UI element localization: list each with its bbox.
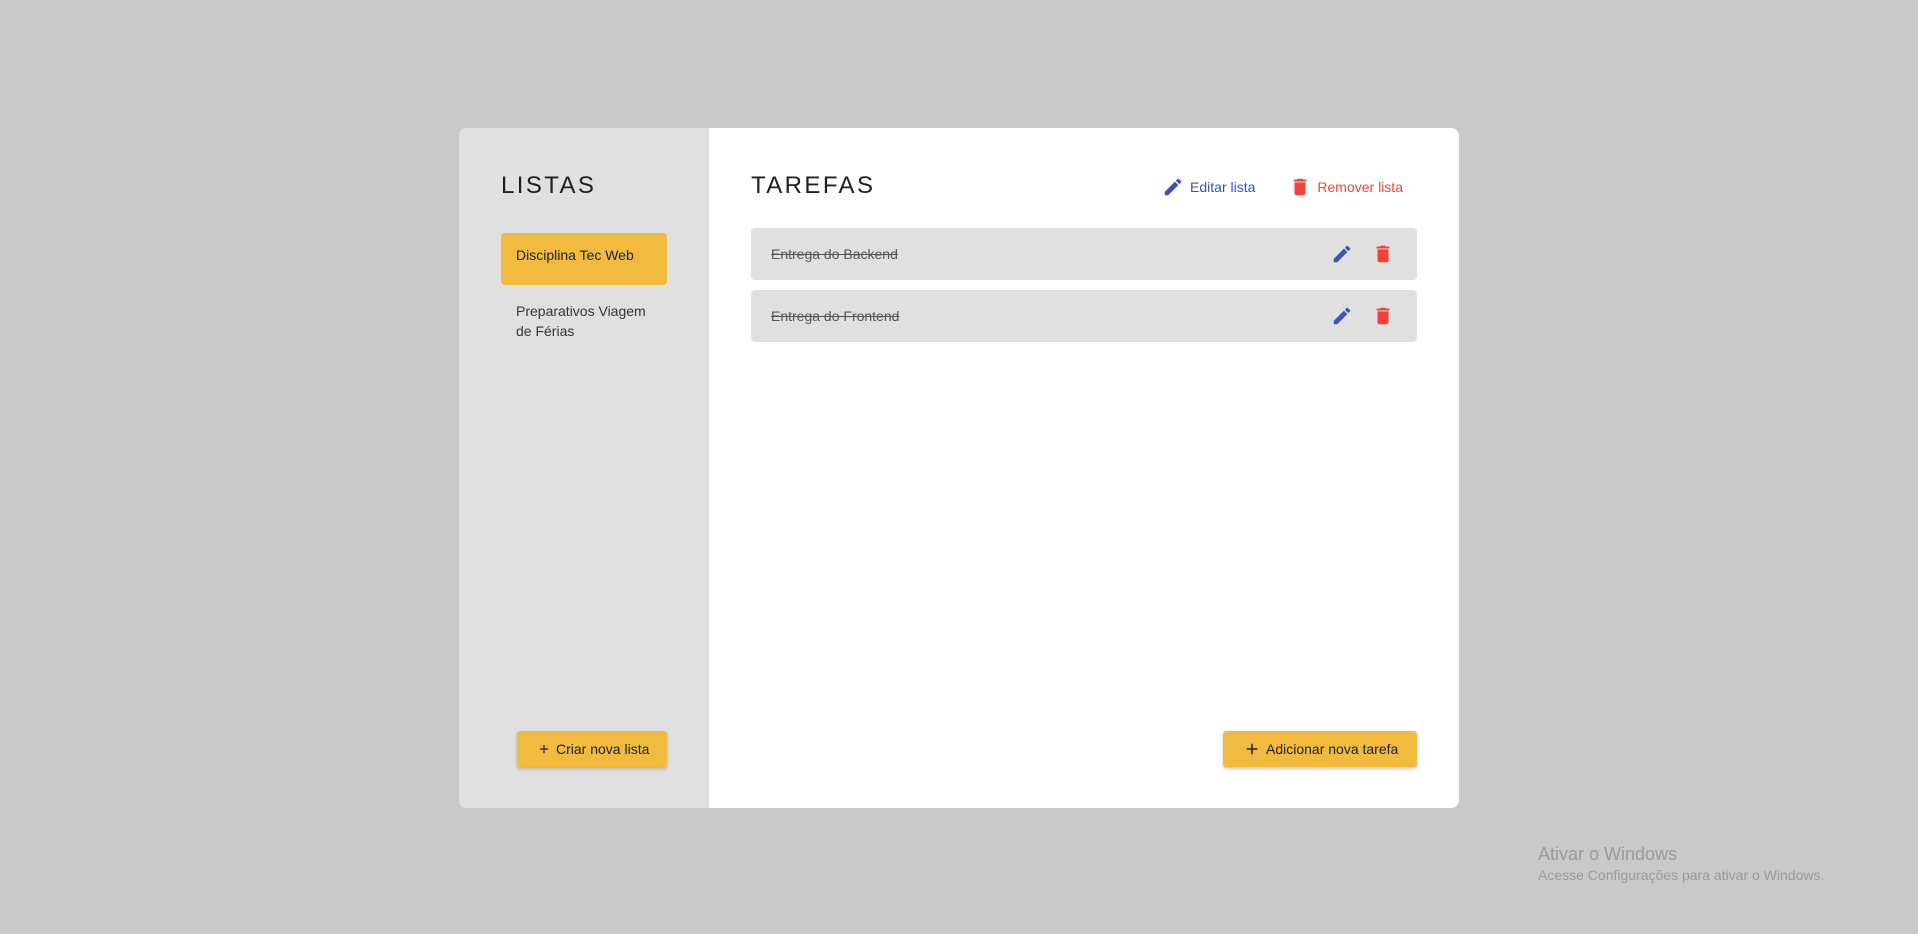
list-actions: Editar lista Remover lista xyxy=(1162,176,1403,198)
create-list-label: Criar nova lista xyxy=(556,741,650,757)
task-item[interactable]: Entrega do Frontend xyxy=(751,290,1417,342)
create-list-button[interactable]: Criar nova lista xyxy=(517,731,667,767)
add-task-label: Adicionar nova tarefa xyxy=(1266,741,1399,757)
pencil-icon xyxy=(1333,307,1351,325)
lists-heading: LISTAS xyxy=(501,172,597,199)
watermark-title: Ativar o Windows xyxy=(1538,844,1678,864)
edit-list-label: Editar lista xyxy=(1190,179,1256,195)
task-label: Entrega do Backend xyxy=(771,246,898,262)
tasks-heading: TAREFAS xyxy=(751,172,876,199)
trash-icon xyxy=(1376,245,1390,263)
plus-icon xyxy=(1246,743,1258,755)
edit-list-button[interactable]: Editar lista xyxy=(1162,176,1255,198)
delete-task-button[interactable] xyxy=(1369,240,1397,268)
task-item[interactable]: Entrega do Backend xyxy=(751,228,1417,280)
plus-icon xyxy=(539,744,549,754)
trash-icon xyxy=(1376,307,1390,325)
add-task-button[interactable]: Adicionar nova tarefa xyxy=(1223,731,1417,767)
lists-sidebar: LISTAS Disciplina Tec Web Preparativos V… xyxy=(459,128,709,808)
trash-icon xyxy=(1293,178,1307,196)
delete-task-button[interactable] xyxy=(1369,302,1397,330)
tasks-panel: TAREFAS Editar lista Remover lista Entre… xyxy=(709,128,1459,808)
task-label: Entrega do Frontend xyxy=(771,308,900,324)
windows-activation-watermark: Ativar o Windows Acesse Configurações pa… xyxy=(1538,843,1824,885)
task-list: Entrega do Backend Entrega do Frontend xyxy=(751,228,1417,352)
lists-list: Disciplina Tec Web Preparativos Viagem d… xyxy=(501,233,667,357)
watermark-subtitle: Acesse Configurações para ativar o Windo… xyxy=(1538,867,1825,883)
edit-task-button[interactable] xyxy=(1328,240,1356,268)
pencil-icon xyxy=(1333,245,1351,263)
remove-list-label: Remover lista xyxy=(1317,179,1403,195)
edit-task-button[interactable] xyxy=(1328,302,1356,330)
pencil-icon xyxy=(1164,178,1182,196)
remove-list-button[interactable]: Remover lista xyxy=(1289,176,1403,198)
list-item-disciplina-tec-web[interactable]: Disciplina Tec Web xyxy=(501,233,667,285)
list-item-preparativos-viagem[interactable]: Preparativos Viagem de Férias xyxy=(501,289,667,353)
todo-app-card: LISTAS Disciplina Tec Web Preparativos V… xyxy=(459,128,1459,808)
